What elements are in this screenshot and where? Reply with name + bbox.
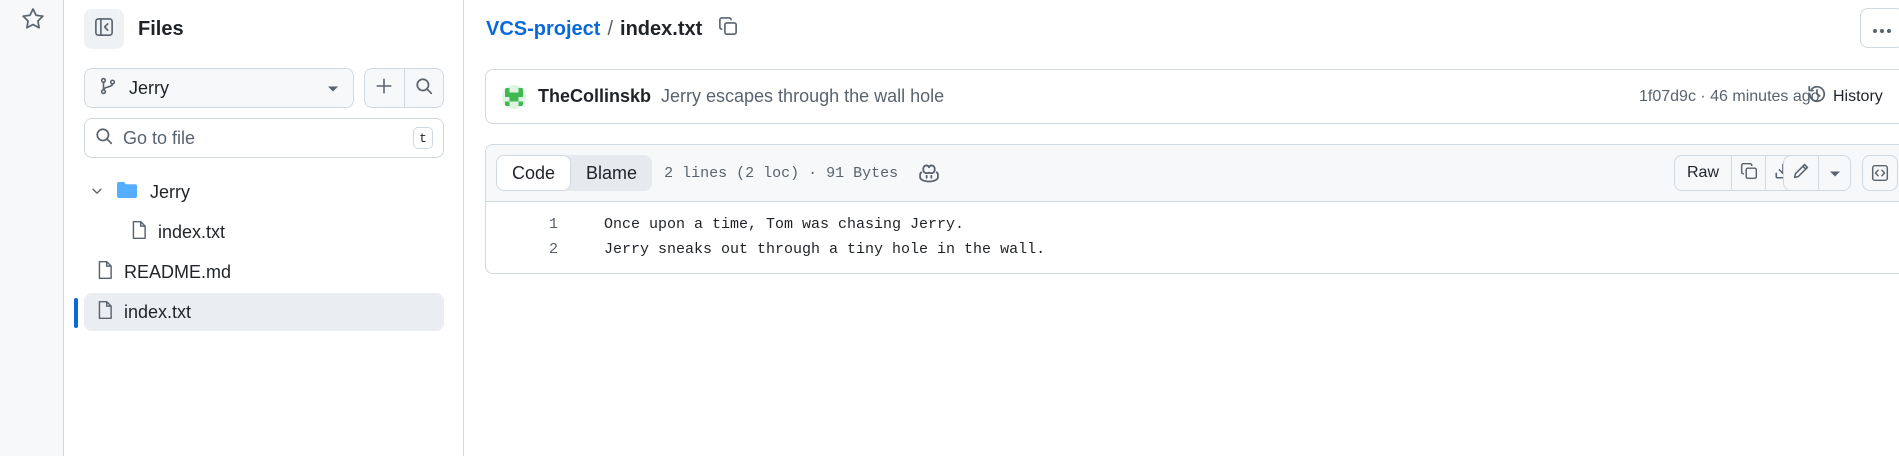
main-content: VCS-project / index.txt TheCollinskb Jer… xyxy=(465,0,1899,456)
code-view: 1 Once upon a time, Tom was chasing Jerr… xyxy=(486,202,1899,262)
copy-raw-button[interactable] xyxy=(1731,156,1765,190)
tree-actions xyxy=(364,68,444,108)
tree-item-label: Jerry xyxy=(150,181,190,202)
tab-code[interactable]: Code xyxy=(496,155,572,191)
avatar[interactable] xyxy=(502,84,526,109)
file-icon xyxy=(96,300,114,325)
edit-dropdown-button[interactable] xyxy=(1818,156,1850,190)
add-file-button[interactable] xyxy=(365,69,404,107)
search-icon xyxy=(95,127,113,150)
tab-blame[interactable]: Blame xyxy=(571,155,652,191)
breadcrumb: VCS-project / index.txt xyxy=(486,15,738,43)
commit-meta[interactable]: 1f07d9c · 46 minutes ago xyxy=(1639,88,1820,106)
copy-icon xyxy=(718,16,738,42)
history-label: History xyxy=(1833,87,1883,105)
tree-file-readme[interactable]: README.md xyxy=(84,253,444,291)
code-line-text: Jerry sneaks out through a tiny hole in … xyxy=(604,241,1046,258)
file-icon xyxy=(130,220,148,245)
copy-path-button[interactable] xyxy=(718,16,738,42)
chevron-down-icon xyxy=(90,182,104,203)
latest-commit-bar: TheCollinskb Jerry escapes through the w… xyxy=(485,69,1899,124)
keyboard-shortcut-hint: t xyxy=(413,127,433,149)
symbols-panel-button[interactable] xyxy=(1862,155,1898,191)
file-tree-title: Files xyxy=(138,17,184,40)
collapse-sidebar-button[interactable] xyxy=(84,9,124,49)
left-rail xyxy=(0,0,64,456)
code-line: 2 Jerry sneaks out through a tiny hole i… xyxy=(486,237,1899,262)
history-icon xyxy=(1807,84,1827,109)
tree-file-index-selected[interactable]: index.txt xyxy=(84,293,444,331)
history-button[interactable]: History xyxy=(1801,84,1883,109)
copilot-icon xyxy=(918,164,940,188)
tree-item-label: README.md xyxy=(124,261,232,282)
line-number[interactable]: 1 xyxy=(486,216,558,233)
plus-icon xyxy=(375,77,393,100)
pencil-icon xyxy=(1792,162,1810,185)
branch-selector[interactable]: Jerry xyxy=(84,68,354,108)
caret-down-icon xyxy=(1829,163,1841,183)
tree-folder-jerry[interactable]: Jerry xyxy=(84,173,444,211)
selected-indicator xyxy=(74,298,78,328)
breadcrumb-file-name: index.txt xyxy=(620,17,703,40)
file-header: Code Blame 2 lines (2 loc) · 91 Bytes Ra… xyxy=(486,145,1899,202)
copilot-button[interactable] xyxy=(918,162,940,189)
caret-down-icon xyxy=(327,78,339,98)
go-to-file-field[interactable]: t xyxy=(84,118,444,158)
file-viewer: Code Blame 2 lines (2 loc) · 91 Bytes Ra… xyxy=(485,144,1899,274)
more-options-button[interactable] xyxy=(1860,8,1899,48)
code-square-icon xyxy=(1863,156,1897,190)
branch-name: Jerry xyxy=(129,77,169,98)
file-tree-header: Files xyxy=(84,9,184,49)
copy-icon xyxy=(1740,162,1758,185)
edit-actions xyxy=(1783,155,1851,191)
code-line-text: Once upon a time, Tom was chasing Jerry. xyxy=(604,216,965,233)
git-branch-icon xyxy=(99,77,117,100)
tree-item-label: index.txt xyxy=(124,301,192,322)
search-files-button[interactable] xyxy=(403,69,444,107)
file-actions: Raw xyxy=(1674,155,1801,191)
line-number[interactable]: 2 xyxy=(486,241,558,258)
file-tree-panel: Files Jerry t xyxy=(64,0,464,456)
tree-file-jerry-index[interactable]: index.txt xyxy=(124,213,444,251)
tree-item-label: index.txt xyxy=(158,221,226,242)
raw-button[interactable]: Raw xyxy=(1675,156,1731,190)
view-toggle: Code Blame xyxy=(496,155,653,191)
edit-file-button[interactable] xyxy=(1784,156,1818,190)
search-icon xyxy=(415,77,433,100)
code-line: 1 Once upon a time, Tom was chasing Jerr… xyxy=(486,212,1899,237)
file-icon xyxy=(96,260,114,285)
go-to-file-input[interactable] xyxy=(123,127,413,149)
commit-message[interactable]: Jerry escapes through the wall hole xyxy=(661,86,944,107)
breadcrumb-repo-link[interactable]: VCS-project xyxy=(486,18,600,41)
star-icon[interactable] xyxy=(20,6,46,32)
kebab-horizontal-icon xyxy=(1872,17,1892,40)
breadcrumb-separator: / xyxy=(607,17,614,40)
sidebar-collapse-icon xyxy=(94,17,114,42)
commit-author[interactable]: TheCollinskb xyxy=(538,86,651,107)
file-stats: 2 lines (2 loc) · 91 Bytes xyxy=(664,164,899,182)
folder-icon xyxy=(116,181,138,204)
